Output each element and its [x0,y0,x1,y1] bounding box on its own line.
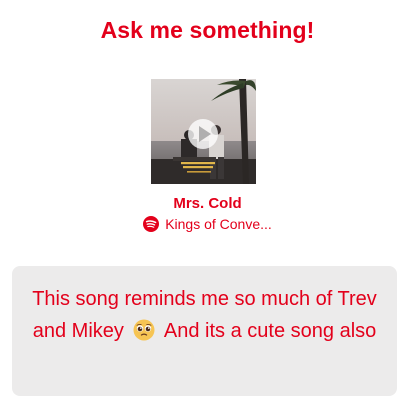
page: Ask me something! Mrs. Cold Kings of Con… [0,0,415,412]
spotify-icon [143,216,160,232]
message-text: This song reminds me so much of Trev and… [22,283,387,347]
song-title[interactable]: Mrs. Cold [0,195,415,212]
message-text-after: And its a cute song also [163,320,377,342]
pleading-face-emoji [133,319,155,341]
page-title: Ask me something! [100,17,315,43]
artist-name: Kings of Conve... [165,216,272,232]
song-artist-row[interactable]: Kings of Conve... [0,216,415,232]
play-icon [198,126,211,142]
play-button[interactable] [188,119,218,149]
